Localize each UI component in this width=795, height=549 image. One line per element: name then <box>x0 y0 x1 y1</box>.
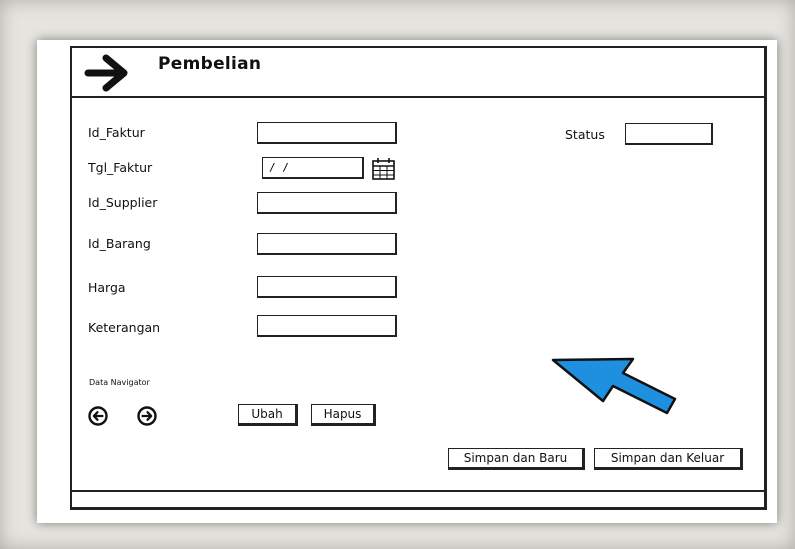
status-input[interactable] <box>625 123 713 145</box>
tgl-faktur-label: Tgl_Faktur <box>88 160 153 175</box>
data-navigator-label: Data Navigator <box>89 378 150 387</box>
id-faktur-label: Id_Faktur <box>88 125 145 140</box>
tgl-faktur-input[interactable] <box>262 157 364 179</box>
form-window: Pembelian <box>70 46 767 510</box>
simpan-dan-baru-button[interactable]: Simpan dan Baru <box>448 448 585 470</box>
keterangan-input[interactable] <box>257 315 397 337</box>
status-bar-divider <box>72 490 764 492</box>
id-supplier-label: Id_Supplier <box>88 195 158 210</box>
arrow-right-icon <box>84 52 136 98</box>
id-barang-label: Id_Barang <box>88 236 151 251</box>
ubah-button[interactable]: Ubah <box>238 404 298 426</box>
harga-input[interactable] <box>257 276 397 298</box>
prev-circle-icon[interactable] <box>87 405 109 431</box>
next-circle-icon[interactable] <box>136 405 158 431</box>
simpan-dan-keluar-button[interactable]: Simpan dan Keluar <box>594 448 743 470</box>
calendar-icon[interactable] <box>371 157 397 185</box>
page-title: Pembelian <box>158 54 262 74</box>
harga-label: Harga <box>88 280 126 295</box>
id-faktur-input[interactable] <box>257 122 397 144</box>
title-bar: Pembelian <box>72 48 764 98</box>
id-supplier-input[interactable] <box>257 192 397 214</box>
pointer-arrow-icon <box>550 355 680 419</box>
keterangan-label: Keterangan <box>88 320 161 335</box>
id-barang-input[interactable] <box>257 233 397 255</box>
status-label: Status <box>565 127 605 142</box>
hapus-button[interactable]: Hapus <box>311 404 376 426</box>
